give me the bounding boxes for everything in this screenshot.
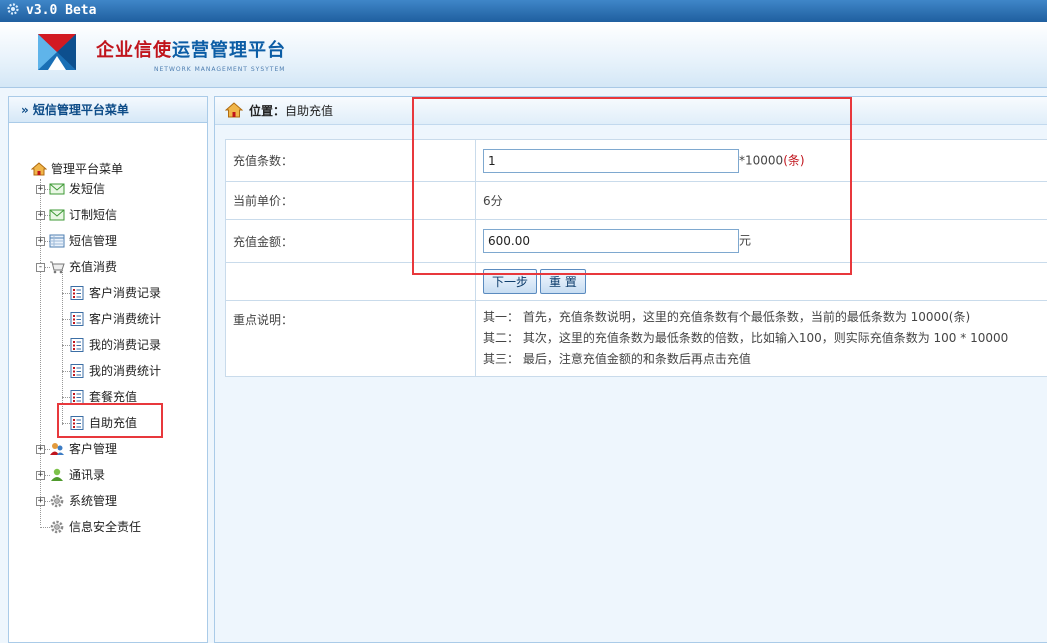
envelope-icon (49, 209, 65, 221)
note-line: 其三： 最后，注意充值金额的和条数后再点击充值 (483, 352, 751, 366)
gear-icon (7, 3, 19, 15)
window-titlebar: v3.0 Beta (0, 0, 1047, 22)
envelope-icon (49, 183, 65, 195)
sidebar-item-info-security[interactable]: 信息安全责任 (49, 517, 141, 537)
collapse-toggle[interactable]: - (36, 263, 45, 272)
sidebar-item-customer-management[interactable]: 客户管理 (49, 439, 117, 459)
sidebar: » 短信管理平台菜单 管理平台菜单 + 发短信 + 订制短信 + 短信管理 - … (8, 96, 208, 643)
sidebar-subitem-customer-records[interactable]: 客户消费记录 (69, 283, 161, 303)
expand-toggle[interactable]: + (36, 237, 45, 246)
logo-icon (38, 34, 76, 70)
report-icon (70, 338, 84, 352)
main-content: 位置：自助充值 充值条数： *10000(条) 当前单价： 6分 充值金额： 元… (214, 96, 1047, 643)
form-row-notes: 重点说明： 其一： 首先，充值条数说明，这里的充值条数有个最低条数，当前的最低条… (225, 300, 1047, 377)
gear-icon (50, 520, 64, 534)
users-icon (50, 443, 64, 455)
expand-toggle[interactable]: + (36, 185, 45, 194)
report-icon (70, 312, 84, 326)
breadcrumb-current: 自助充值 (285, 104, 334, 118)
app-title: v3.0 Beta (26, 3, 97, 18)
report-icon (70, 286, 84, 300)
highlight-box (57, 403, 163, 438)
sidebar-subitem-customer-stats[interactable]: 客户消费统计 (69, 309, 161, 329)
highlight-box (412, 97, 852, 275)
notes-label: 重点说明： (225, 300, 476, 377)
expand-toggle[interactable]: + (36, 445, 45, 454)
contact-icon (51, 468, 63, 481)
sidebar-item-contacts[interactable]: 通讯录 (49, 465, 105, 485)
brand-subtitle: NETWORK MANAGEMENT SYSYTEM (154, 66, 286, 73)
report-icon (70, 364, 84, 378)
sidebar-item-sms-management[interactable]: 短信管理 (49, 231, 117, 251)
sidebar-item-recharge[interactable]: 充值消费 (49, 257, 117, 277)
note-line: 其一： 首先，充值条数说明，这里的充值条数有个最低条数，当前的最低条数为 100… (483, 310, 971, 324)
sidebar-item-send-sms[interactable]: 发短信 (49, 179, 105, 199)
home-icon (31, 162, 47, 176)
note-line: 其二： 其次，这里的充值条数为最低条数的倍数，比如输入100，则实际充值条数为 … (483, 331, 1009, 345)
gear-icon (50, 494, 64, 508)
sidebar-item-custom-sms[interactable]: 订制短信 (49, 205, 117, 225)
report-icon (70, 390, 84, 404)
sidebar-subitem-my-records[interactable]: 我的消费记录 (69, 335, 161, 355)
cart-icon (50, 261, 65, 274)
table-icon (49, 234, 65, 248)
breadcrumb-prefix: 位置： (249, 104, 286, 118)
menu-root[interactable]: 管理平台菜单 (31, 159, 123, 179)
expand-toggle[interactable]: + (36, 471, 45, 480)
brand-name: 企业信使运营管理平台 (96, 40, 286, 61)
sidebar-subitem-my-stats[interactable]: 我的消费统计 (69, 361, 161, 381)
expand-toggle[interactable]: + (36, 497, 45, 506)
home-icon (225, 102, 243, 118)
expand-toggle[interactable]: + (36, 211, 45, 220)
app-header: 企业信使运营管理平台 NETWORK MANAGEMENT SYSYTEM (0, 22, 1047, 88)
sidebar-item-system-management[interactable]: 系统管理 (49, 491, 117, 511)
sidebar-header: » 短信管理平台菜单 (9, 97, 207, 123)
